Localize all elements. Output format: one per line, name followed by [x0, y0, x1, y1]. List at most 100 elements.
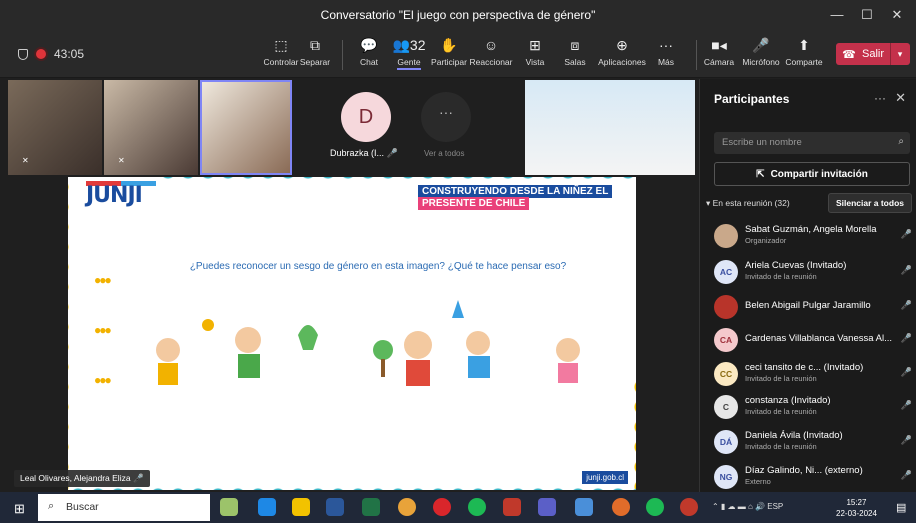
raise-hand-button[interactable]: ✋ Participar: [426, 36, 472, 67]
minimize-button[interactable]: —: [822, 0, 852, 30]
app-icon[interactable]: [680, 498, 698, 516]
meeting-toolbar: 43:05 ⬚ Controlar ⧉ Separar 💬 Chat 👥32 Gente…: [0, 30, 916, 78]
avatar: AC: [714, 260, 738, 284]
participant-role: Invitado de la reunión: [745, 407, 817, 416]
rooms-button[interactable]: ⧈ Salas: [552, 36, 598, 67]
participant-search-input[interactable]: Escribe un nombre ⌕: [714, 132, 910, 154]
decorative-wave: [68, 484, 636, 490]
decorative-dots: ●●●: [94, 373, 112, 387]
children-illustration: [156, 300, 580, 386]
mute-all-button[interactable]: Silenciar a todos: [827, 193, 912, 213]
more-button[interactable]: ··· Más: [643, 36, 689, 67]
chevron-down-icon[interactable]: ▾: [891, 49, 909, 60]
smile-icon: ☺: [483, 37, 499, 53]
decorative-wave: [630, 377, 636, 490]
mic-off-icon: 🎤: [900, 435, 912, 445]
chrome-icon[interactable]: [398, 498, 416, 516]
media-icon[interactable]: [433, 498, 451, 516]
recording-status: 43:05: [18, 47, 84, 61]
participant-role: Invitado de la reunión: [745, 272, 817, 281]
active-speaker-tile[interactable]: [200, 80, 292, 175]
leave-label: Salir: [862, 48, 885, 60]
react-button[interactable]: ☺ Reaccionar: [468, 36, 514, 67]
word-icon[interactable]: [326, 498, 344, 516]
participant-name: Belen Abigail Pulgar Jaramillo: [745, 300, 871, 311]
system-clock[interactable]: 15:27 22-03-2024: [836, 497, 877, 519]
app-icon[interactable]: [575, 498, 593, 516]
participant-avatar[interactable]: D: [341, 92, 391, 142]
pop-out-icon: ⧉: [310, 37, 320, 53]
share-icon: ⇱: [756, 168, 765, 180]
participant-row[interactable]: CC ceci tansito de c... (Invitado) Invit…: [714, 358, 914, 392]
spotify-icon[interactable]: [468, 498, 486, 516]
popout-button[interactable]: ⧉ Separar: [292, 36, 338, 67]
raise-hand-icon: ✋: [440, 37, 458, 53]
window-title-bar: Conversatorio "El juego con perspectiva …: [0, 0, 916, 30]
spotify-icon[interactable]: [646, 498, 664, 516]
teams-icon[interactable]: [538, 498, 556, 516]
see-all-button[interactable]: ···: [421, 92, 471, 142]
close-icon[interactable]: ✕: [895, 90, 906, 106]
participant-row[interactable]: NG Díaz Galindo, Ni... (externo) Externo…: [714, 461, 914, 495]
shared-presentation: JUNJI CONSTRUYENDO DESDE LA NIÑEZ EL PRE…: [68, 177, 636, 490]
microphone-button[interactable]: 🎤 Micrófono: [738, 36, 784, 67]
avatar: NG: [714, 465, 738, 489]
apps-button[interactable]: ⊕ Aplicaciones: [597, 36, 647, 67]
participant-name: Cardenas Villablanca Vanessa Al...: [745, 333, 892, 344]
in-meeting-section-toggle[interactable]: ▾ En esta reunión (32): [706, 198, 790, 209]
windows-start-icon[interactable]: ⊞: [14, 501, 25, 517]
participant-name: Díaz Galindo, Ni... (externo): [745, 465, 863, 476]
participant-row[interactable]: Belen Abigail Pulgar Jaramillo 🎤: [714, 291, 914, 325]
avatar: CC: [714, 362, 738, 386]
participant-role: Invitado de la reunión: [745, 374, 817, 383]
window-title: Conversatorio "El juego con perspectiva …: [320, 8, 596, 22]
app-icon[interactable]: [220, 498, 238, 516]
app-icon[interactable]: [612, 498, 630, 516]
share-icon: ⬆: [798, 37, 810, 53]
app-icon[interactable]: [503, 498, 521, 516]
decorative-dots: ●●●: [94, 273, 112, 287]
participant-role: Externo: [745, 477, 771, 486]
website-label: junji.gob.cl: [582, 471, 628, 484]
rooms-icon: ⧈: [570, 37, 580, 53]
excel-icon[interactable]: [362, 498, 380, 516]
maximize-button[interactable]: ☐: [852, 0, 882, 30]
search-icon: ⌕: [48, 500, 55, 512]
clock-time: 15:27: [846, 498, 867, 507]
taskbar-search-input[interactable]: ⌕ Buscar: [38, 494, 210, 521]
edge-icon[interactable]: [258, 498, 276, 516]
camera-button[interactable]: ■◂ Cámara: [696, 36, 742, 67]
decorative-wave: [68, 177, 74, 490]
participant-row[interactable]: AC Ariela Cuevas (Invitado) Invitado de …: [714, 256, 914, 290]
decorative-wave: [158, 177, 636, 183]
mic-off-icon: 🎤: [132, 473, 144, 483]
video-tile[interactable]: [525, 80, 695, 175]
participant-row[interactable]: DÁ Daniela Ávila (Invitado) Invitado de …: [714, 426, 914, 460]
participant-tile-name: Dubrazka (I... 🎤: [330, 148, 398, 158]
video-tile[interactable]: ✕: [8, 80, 102, 175]
participant-row[interactable]: C constanza (Invitado) Invitado de la re…: [714, 391, 914, 425]
mic-off-icon: 🎤: [900, 400, 912, 410]
file-explorer-icon[interactable]: [292, 498, 310, 516]
system-tray[interactable]: ⌃ ▮ ☁ ▬ ⌂ 🔊 ESP: [712, 502, 783, 511]
meeting-timer: 43:05: [54, 47, 85, 61]
camera-icon: ■◂: [711, 37, 727, 53]
mic-off-icon: 🎤: [900, 367, 912, 377]
slide-banner-line2: PRESENTE DE CHILE: [418, 197, 530, 210]
participant-name: Ariela Cuevas (Invitado): [745, 260, 847, 271]
share-button[interactable]: ⬆ Comparte: [781, 36, 827, 67]
mic-off-icon: 🎤: [752, 37, 770, 53]
leave-button[interactable]: ☎ Salir ▾: [836, 43, 910, 65]
notification-icon[interactable]: ▤: [896, 501, 906, 514]
mic-off-icon: ✕: [118, 156, 125, 165]
recording-icon: [36, 49, 46, 59]
participant-row[interactable]: CA Cardenas Villablanca Vanessa Al... 🎤: [714, 324, 914, 358]
share-invite-button[interactable]: ⇱ Compartir invitación: [714, 162, 910, 186]
junji-logo: JUNJI: [86, 183, 143, 208]
avatar: DÁ: [714, 430, 738, 454]
more-options-icon[interactable]: ···: [874, 91, 886, 105]
participant-row[interactable]: Sabat Guzmán, Angela Morella Organizador…: [714, 220, 914, 254]
avatar: CA: [714, 328, 738, 352]
video-tile[interactable]: ✕: [104, 80, 198, 175]
close-button[interactable]: ✕: [882, 0, 912, 30]
